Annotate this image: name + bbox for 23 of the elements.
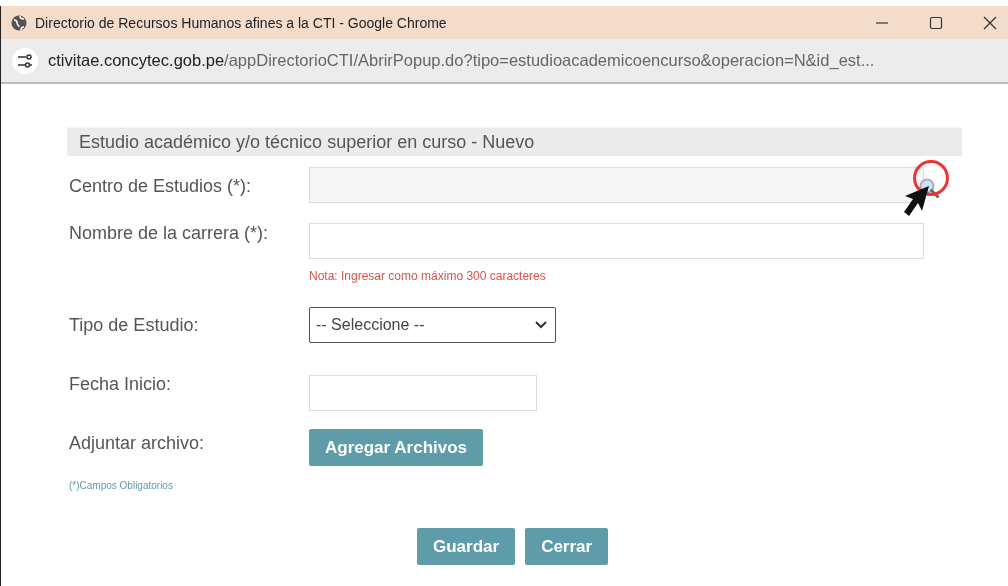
field-label: Adjuntar archivo: xyxy=(69,432,206,455)
save-button[interactable]: Guardar xyxy=(417,528,516,565)
field-label: Nombre de la carrera (*): xyxy=(69,222,270,245)
add-files-button[interactable]: Agregar Archivos xyxy=(309,429,484,466)
field-label: Tipo de Estudio: xyxy=(69,314,200,337)
tune-icon xyxy=(17,53,33,68)
close-button[interactable]: Cerrar xyxy=(525,528,609,565)
note-text: Nota: Ingresar como máximo 300 caracteres xyxy=(309,269,547,283)
dropdown[interactable]: -- Seleccione -- xyxy=(309,307,556,343)
maximize-icon[interactable] xyxy=(928,14,944,31)
globe-icon xyxy=(11,14,27,31)
field-label: Centro de Estudios (*): xyxy=(69,176,253,198)
window-title: Directorio de Recursos Humanos afines a la CTI - Google Chrome xyxy=(35,14,448,31)
input-field[interactable] xyxy=(309,223,924,259)
required-fields-note: (*)Campos Obligatorios xyxy=(69,480,174,491)
chevron-down-icon xyxy=(535,321,547,329)
cursor-icon xyxy=(901,184,931,218)
site-settings-button[interactable] xyxy=(12,47,38,74)
date-field[interactable] xyxy=(309,375,537,411)
input-field[interactable] xyxy=(309,166,924,203)
close-icon[interactable] xyxy=(982,14,998,31)
field-label: Fecha Inicio: xyxy=(69,373,173,396)
section-heading: Estudio académico y/o técnico superior en curso - Nuevo xyxy=(67,127,962,156)
